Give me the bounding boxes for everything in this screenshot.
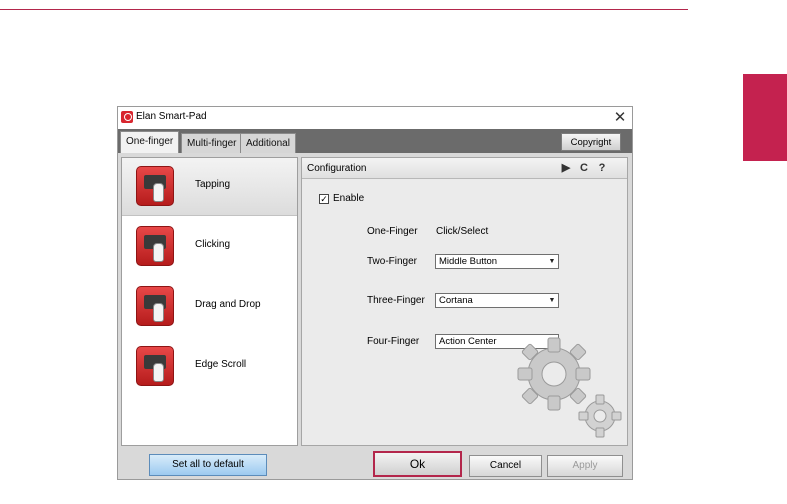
reset-icon[interactable]: C	[578, 162, 590, 175]
play-demo-icon[interactable]: ▶	[560, 162, 572, 175]
chapter-tab	[743, 74, 787, 161]
copyright-button[interactable]: Copyright	[561, 133, 621, 151]
title-bar: Elan Smart-Pad ✕	[118, 107, 632, 129]
four-finger-value: Action Center	[439, 336, 497, 347]
two-finger-value: Middle Button	[439, 256, 498, 267]
tab-additional[interactable]: Additional	[240, 133, 296, 153]
configuration-header: Configuration ▶ C ?	[302, 158, 627, 179]
ok-button[interactable]: Ok	[373, 451, 462, 477]
two-finger-select[interactable]: Middle Button ▼	[435, 254, 559, 269]
elan-smartpad-window: Elan Smart-Pad ✕ One-finger Multi-finger…	[117, 106, 633, 480]
tab-one-finger[interactable]: One-finger	[120, 131, 180, 153]
edge-scroll-icon	[136, 346, 174, 386]
feature-item-clicking[interactable]: Clicking	[122, 218, 297, 276]
drag-drop-icon	[136, 286, 174, 326]
set-all-default-button[interactable]: Set all to default	[149, 454, 267, 476]
clicking-icon	[136, 226, 174, 266]
two-finger-label: Two-Finger	[367, 256, 418, 267]
one-finger-value: Click/Select	[436, 226, 489, 237]
four-finger-label: Four-Finger	[367, 336, 420, 347]
feature-item-drag-and-drop[interactable]: Drag and Drop	[122, 278, 297, 336]
enable-label: Enable	[333, 193, 365, 204]
feature-label: Tapping	[195, 179, 231, 190]
configuration-title: Configuration	[307, 163, 367, 174]
feature-item-tapping[interactable]: Tapping	[122, 158, 297, 216]
three-finger-value: Cortana	[439, 295, 473, 306]
cancel-button[interactable]: Cancel	[469, 455, 542, 477]
help-icon[interactable]: ?	[596, 162, 608, 175]
chevron-down-icon[interactable]: ▼	[547, 295, 557, 306]
button-bar: Set all to default Ok Cancel Apply	[118, 450, 632, 479]
elan-app-icon	[121, 111, 133, 123]
window-title: Elan Smart-Pad	[136, 111, 207, 122]
header-rule	[0, 9, 688, 10]
feature-label: Edge Scroll	[195, 359, 247, 370]
enable-checkbox[interactable]: ✓	[319, 194, 329, 204]
feature-list: Tapping Clicking Drag and Drop Edge Scro…	[121, 157, 298, 446]
one-finger-label: One-Finger	[367, 226, 418, 237]
chevron-down-icon[interactable]: ▼	[547, 256, 557, 267]
apply-button: Apply	[547, 455, 623, 477]
tapping-icon	[136, 166, 174, 206]
configuration-panel: Configuration ▶ C ? ✓ Enable One-Finger …	[301, 157, 628, 446]
tab-strip: One-finger Multi-finger Additional Copyr…	[118, 129, 632, 153]
close-icon[interactable]: ✕	[611, 109, 629, 126]
gears-icon	[517, 337, 622, 438]
tab-multi-finger[interactable]: Multi-finger	[181, 133, 243, 153]
feature-item-edge-scroll[interactable]: Edge Scroll	[122, 338, 297, 396]
three-finger-select[interactable]: Cortana ▼	[435, 293, 559, 308]
feature-label: Clicking	[195, 239, 231, 250]
content-area: Tapping Clicking Drag and Drop Edge Scro…	[118, 153, 632, 479]
feature-label: Drag and Drop	[195, 299, 261, 310]
three-finger-label: Three-Finger	[367, 295, 425, 306]
